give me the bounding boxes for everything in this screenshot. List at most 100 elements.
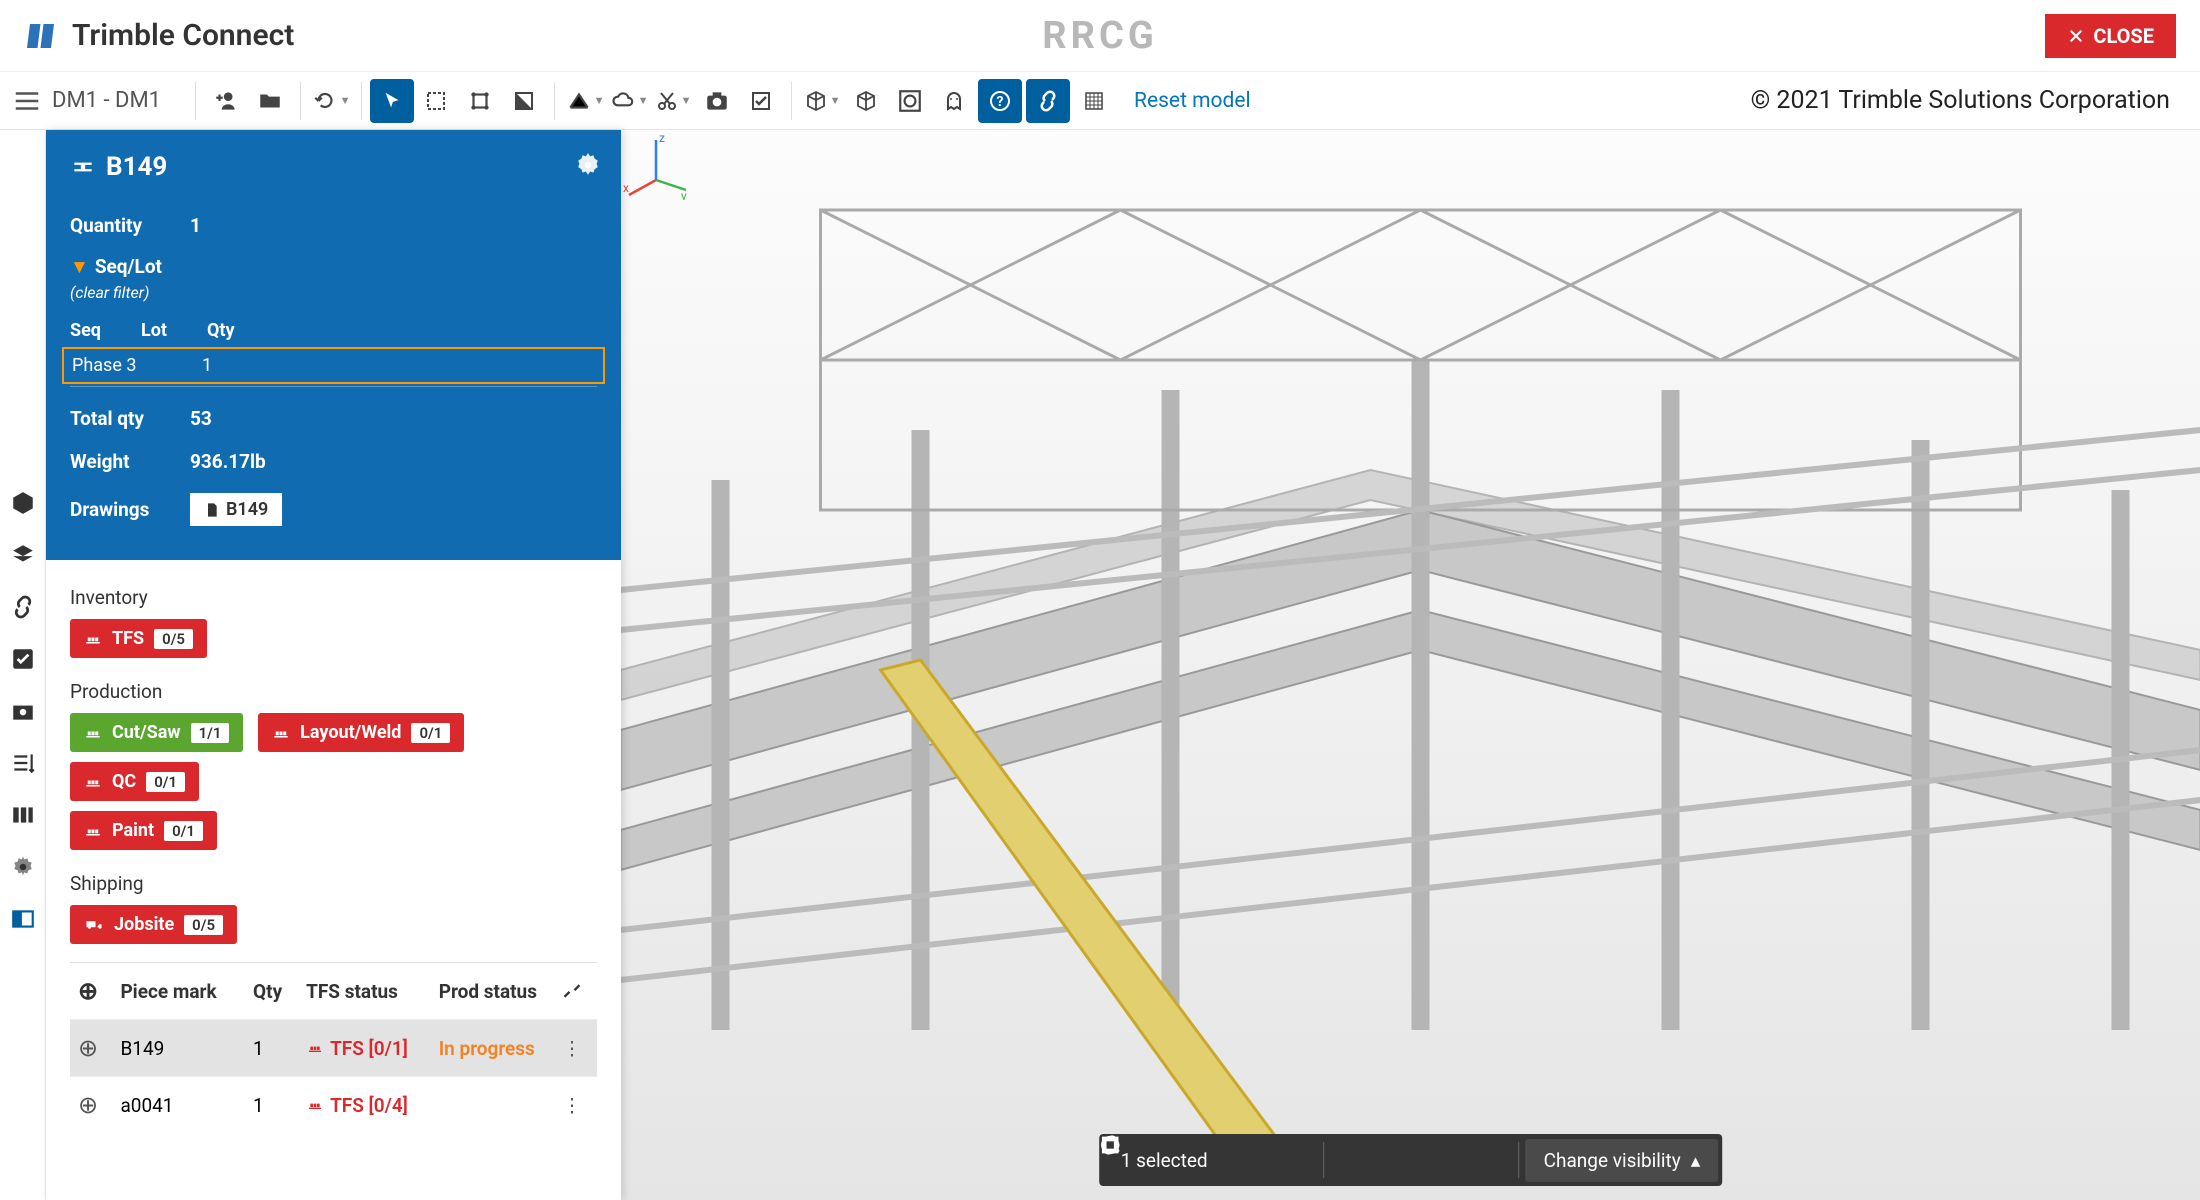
camera-button[interactable] (695, 79, 739, 123)
row-tfs: TFS [0/4] (306, 1094, 439, 1117)
svg-text:z: z (659, 131, 665, 145)
drawing-chip[interactable]: B149 (190, 493, 282, 526)
filter-icon: ▼ (70, 255, 89, 278)
seq-row[interactable]: Phase 31 (62, 347, 605, 384)
help-button[interactable]: ? (978, 79, 1022, 123)
cube1-button[interactable]: ▼ (800, 79, 844, 123)
layout-label: Layout/Weld (300, 722, 401, 743)
drawing-id: B149 (226, 499, 268, 520)
layers-icon[interactable] (10, 542, 36, 568)
expand-icon[interactable]: ⊕ (78, 1091, 120, 1119)
link-icon[interactable] (1274, 1138, 1318, 1182)
undo-button[interactable]: ▼ (309, 79, 353, 123)
table-row[interactable]: ⊕ a0041 1 TFS [0/4] ⋮ (70, 1076, 597, 1133)
rect-select-button[interactable] (414, 79, 458, 123)
jobsite-chip[interactable]: Jobsite 0/5 (70, 905, 237, 944)
cloud-button[interactable]: ▼ (607, 79, 651, 123)
info-icon[interactable]: i (1228, 1138, 1272, 1182)
properties-panel: B149 Quantity1 ▼Seq/Lot (clear filter) S… (46, 130, 621, 1200)
table-head: ⊕ Piece mark Qty TFS status Prod status (70, 963, 597, 1019)
left-rail (0, 130, 46, 1200)
add-user-button[interactable] (204, 79, 248, 123)
qc-chip[interactable]: QC0/1 (70, 762, 199, 801)
cut-button[interactable]: ▼ (651, 79, 695, 123)
menu-icon[interactable] (12, 86, 42, 116)
piece-table: ⊕ Piece mark Qty TFS status Prod status … (70, 962, 597, 1133)
lot-col: Lot (141, 320, 167, 341)
isolate-icon[interactable] (1469, 1138, 1513, 1182)
seq-table: SeqLotQty Phase 31 (70, 310, 597, 387)
3d-viewport[interactable]: 1 selected i Change visibility▴ z y x (621, 130, 2200, 1200)
pallet-icon (84, 724, 102, 742)
panel-body: Inventory TFS0/5 Production Cut/Saw1/1 L… (46, 560, 621, 1200)
jobsite-label: Jobsite (114, 914, 174, 935)
separator (554, 82, 555, 120)
close-icon (2067, 27, 2085, 45)
totalqty-label: Total qty (70, 407, 190, 430)
transform-button[interactable] (458, 79, 502, 123)
seqlot-header[interactable]: ▼ Seq/Lot (70, 255, 597, 279)
fit-icon[interactable] (1331, 1138, 1375, 1182)
separator (1324, 1142, 1325, 1178)
seq-val: Phase 3 (72, 355, 162, 376)
reset-model-link[interactable]: Reset model (1134, 89, 1251, 113)
axis-gizmo[interactable]: z y x (621, 130, 691, 200)
row-qty: 1 (253, 1094, 306, 1117)
camera-icon[interactable] (10, 698, 36, 724)
quantity-value: 1 (190, 214, 201, 237)
close-button[interactable]: CLOSE (2045, 14, 2176, 58)
jobsite-count: 0/5 (184, 915, 223, 935)
sequence-icon[interactable] (10, 750, 36, 776)
row-prod: In progress (439, 1037, 563, 1060)
checkbox-button[interactable] (739, 79, 783, 123)
cursor-button[interactable] (370, 79, 414, 123)
table-row[interactable]: ⊕ B149 1 TFS [0/1] In progress ⋮ (70, 1019, 597, 1076)
model-title: DM1 - DM1 (52, 88, 161, 113)
contrast-button[interactable] (502, 79, 546, 123)
expand-all-icon[interactable]: ⊕ (78, 977, 120, 1005)
link-icon[interactable] (10, 594, 36, 620)
gear-icon[interactable] (575, 152, 601, 178)
link-button[interactable] (1026, 79, 1070, 123)
svg-text:y: y (681, 189, 687, 200)
hide-icon[interactable] (1423, 1138, 1467, 1182)
measure-button[interactable]: ▼ (563, 79, 607, 123)
layout-chip[interactable]: Layout/Weld0/1 (258, 713, 464, 752)
separator (300, 82, 301, 120)
ghost-button[interactable] (932, 79, 976, 123)
seqlot-label: Seq/Lot (95, 255, 162, 278)
panel-header: B149 (46, 130, 621, 204)
clear-filter-link[interactable]: (clear filter) (70, 283, 597, 302)
svg-text:?: ? (997, 94, 1004, 110)
more-icon[interactable]: ⋮ (562, 1037, 589, 1060)
change-visibility-dropdown[interactable]: Change visibility▴ (1526, 1139, 1719, 1182)
cube2-button[interactable] (844, 79, 888, 123)
row-mark: B149 (120, 1037, 253, 1060)
expand-icon[interactable]: ⊕ (78, 1034, 120, 1062)
structure-render (621, 130, 2200, 1200)
tfs-chip[interactable]: TFS0/5 (70, 619, 207, 658)
cube-icon[interactable] (10, 490, 36, 516)
cutsaw-chip[interactable]: Cut/Saw1/1 (70, 713, 243, 752)
th-prod: Prod status (439, 980, 563, 1003)
panel-icon[interactable] (10, 906, 36, 932)
layers-button[interactable] (888, 79, 932, 123)
columns-icon[interactable] (10, 802, 36, 828)
shipping-label: Shipping (70, 872, 597, 895)
pallet-icon (84, 773, 102, 791)
panel-id: B149 (106, 152, 167, 182)
separator (361, 82, 362, 120)
seq-col: Seq (70, 320, 101, 341)
qty-col: Qty (207, 320, 235, 341)
check-icon[interactable] (10, 646, 36, 672)
paint-label: Paint (112, 820, 154, 841)
production-label: Production (70, 680, 597, 703)
folder-button[interactable] (248, 79, 292, 123)
pallet-icon (306, 1097, 324, 1113)
more-icon[interactable]: ⋮ (562, 1094, 589, 1117)
settings-icon[interactable] (10, 854, 36, 880)
grid-button[interactable] (1072, 79, 1116, 123)
paint-icon[interactable] (1377, 1138, 1421, 1182)
tools-icon[interactable] (562, 981, 589, 1001)
paint-chip[interactable]: Paint0/1 (70, 811, 217, 850)
